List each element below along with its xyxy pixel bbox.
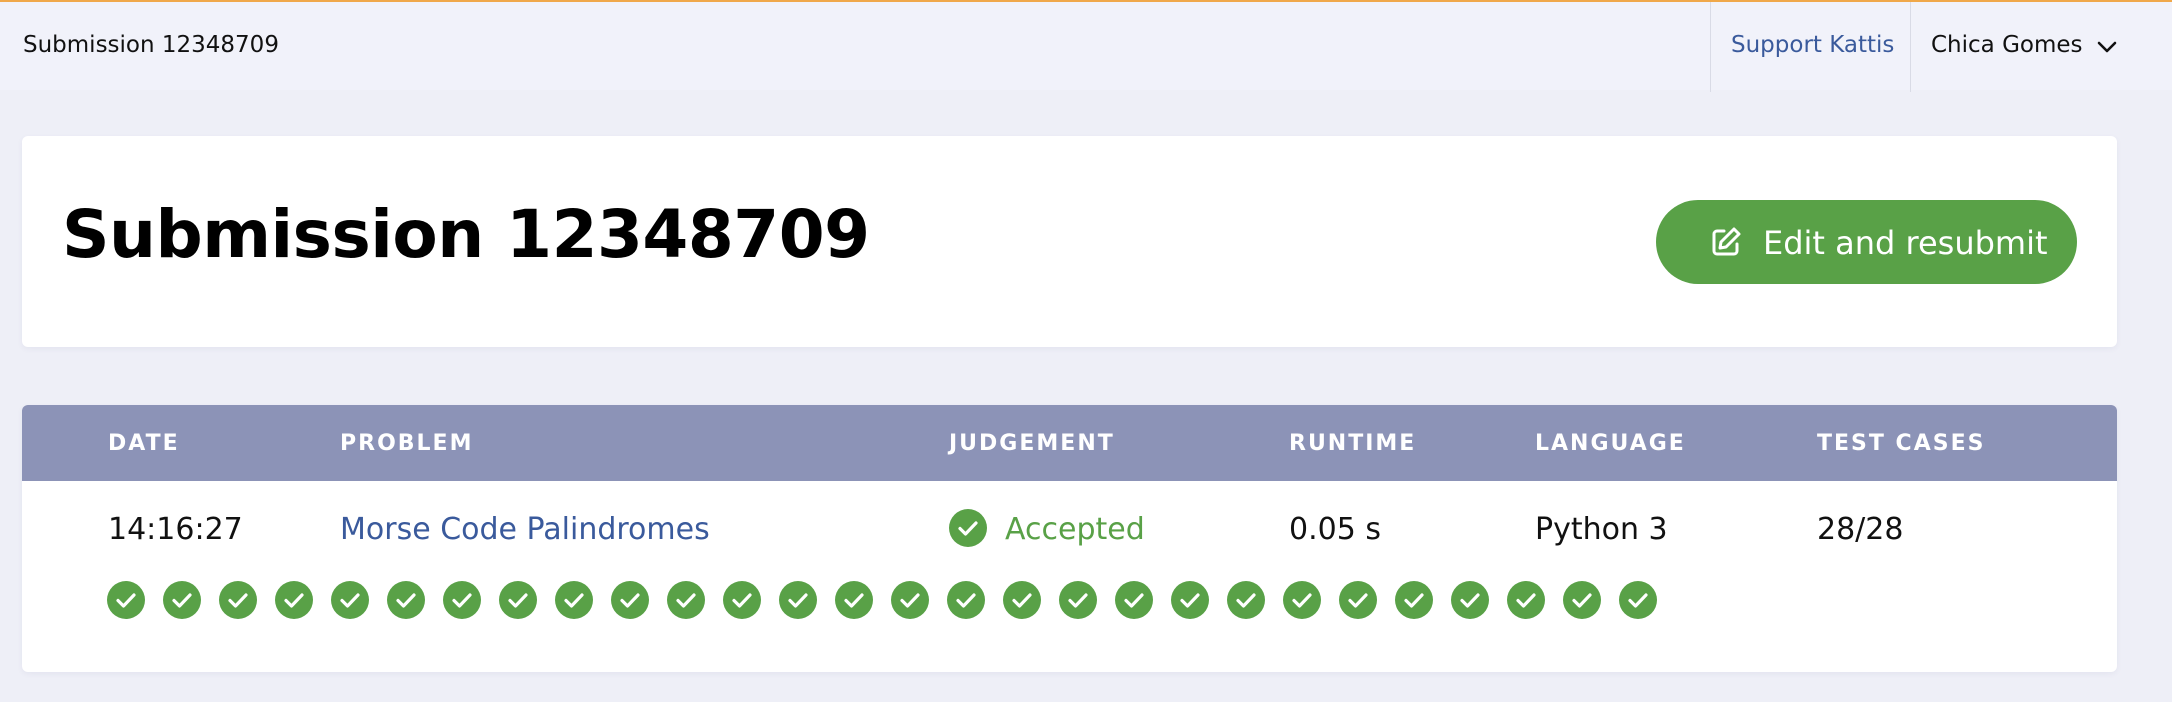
test-case-check-icon[interactable] (331, 581, 369, 619)
test-case-check-icon[interactable] (611, 581, 649, 619)
runtime-value: 0.05 s (1289, 512, 1381, 547)
column-header-date: DATE (108, 431, 180, 456)
test-case-check-icon[interactable] (723, 581, 761, 619)
test-case-check-icon[interactable] (1283, 581, 1321, 619)
test-case-check-icon[interactable] (443, 581, 481, 619)
test-case-check-icon[interactable] (1003, 581, 1041, 619)
test-case-check-icon[interactable] (499, 581, 537, 619)
test-case-check-icon[interactable] (667, 581, 705, 619)
test-case-check-icon[interactable] (1059, 581, 1097, 619)
test-case-check-icon[interactable] (219, 581, 257, 619)
judgement-label: Accepted (1005, 512, 1145, 547)
test-case-check-icon[interactable] (275, 581, 313, 619)
language-value: Python 3 (1535, 512, 1668, 547)
edit-and-resubmit-button[interactable]: Edit and resubmit (1656, 200, 2077, 284)
check-circle-icon (949, 509, 987, 547)
test-case-check-icon[interactable] (387, 581, 425, 619)
test-cases-count: 28/28 (1817, 512, 1904, 547)
edit-and-resubmit-label: Edit and resubmit (1763, 224, 2048, 262)
column-header-runtime: RUNTIME (1289, 431, 1417, 456)
column-header-problem: PROBLEM (340, 431, 474, 456)
test-case-check-icon[interactable] (1227, 581, 1265, 619)
test-case-check-icon[interactable] (1115, 581, 1153, 619)
test-case-check-icon[interactable] (1451, 581, 1489, 619)
test-case-check-icon[interactable] (1563, 581, 1601, 619)
chevron-down-icon (2097, 41, 2117, 53)
support-kattis-link[interactable]: Support Kattis (1731, 32, 1894, 58)
table-header-row: DATE PROBLEM JUDGEMENT RUNTIME LANGUAGE … (22, 405, 2117, 481)
test-case-check-icon[interactable] (163, 581, 201, 619)
test-case-check-icon[interactable] (1171, 581, 1209, 619)
test-case-check-icon[interactable] (891, 581, 929, 619)
test-case-check-icon[interactable] (1619, 581, 1657, 619)
edit-icon (1712, 227, 1741, 256)
test-case-check-icon[interactable] (947, 581, 985, 619)
test-case-check-icon[interactable] (779, 581, 817, 619)
test-case-check-icon[interactable] (835, 581, 873, 619)
submission-date: 14:16:27 (108, 512, 243, 547)
navbar-divider (1710, 2, 1711, 92)
test-case-check-icon[interactable] (555, 581, 593, 619)
test-case-check-icon[interactable] (1507, 581, 1545, 619)
submission-table: DATE PROBLEM JUDGEMENT RUNTIME LANGUAGE … (22, 405, 2117, 672)
column-header-language: LANGUAGE (1535, 431, 1686, 456)
page-title: Submission 12348709 (62, 196, 870, 273)
test-case-check-icon[interactable] (107, 581, 145, 619)
test-case-check-icon[interactable] (1339, 581, 1377, 619)
test-case-check-icon[interactable] (1395, 581, 1433, 619)
problem-cell: Morse Code Palindromes (340, 512, 710, 547)
problem-link[interactable]: Morse Code Palindromes (340, 512, 710, 547)
user-menu-dropdown[interactable]: Chica Gomes (1910, 22, 2140, 72)
column-header-test-cases: TEST CASES (1817, 431, 1986, 456)
breadcrumb-title: Submission 12348709 (23, 32, 279, 58)
column-header-judgement: JUDGEMENT (949, 431, 1115, 456)
user-name: Chica Gomes (1931, 32, 2083, 58)
submission-header-card: Submission 12348709 Edit and resubmit (22, 136, 2117, 347)
top-navbar: Submission 12348709 Support Kattis Chica… (0, 0, 2172, 92)
